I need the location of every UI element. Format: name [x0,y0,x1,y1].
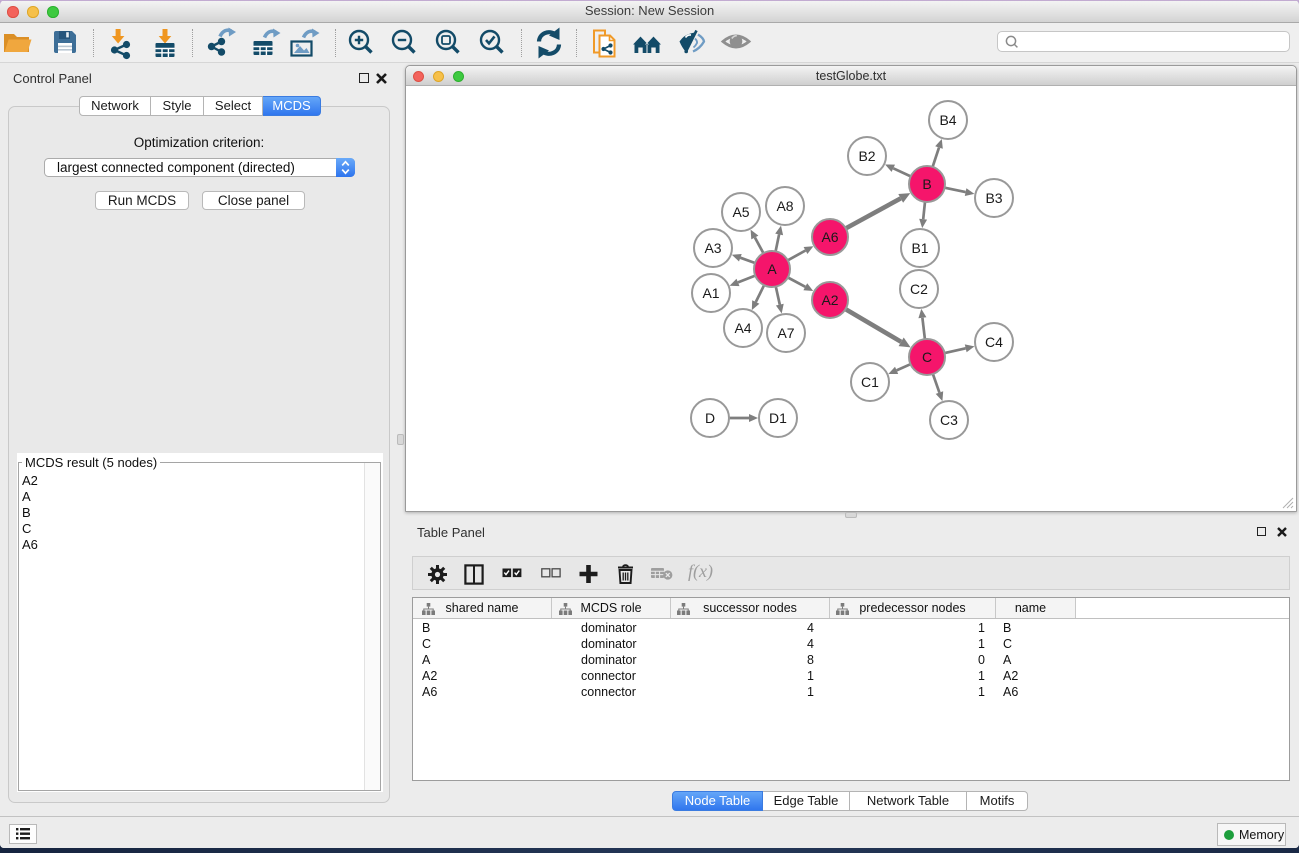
svg-text:C2: C2 [910,281,928,297]
svg-text:C3: C3 [940,412,958,428]
svg-text:A: A [767,261,777,277]
svg-text:C: C [922,349,932,365]
svg-text:B2: B2 [858,148,875,164]
svg-text:B4: B4 [939,112,956,128]
svg-text:A6: A6 [821,229,838,245]
svg-text:C4: C4 [985,334,1003,350]
svg-text:A7: A7 [777,325,794,341]
svg-text:B: B [922,176,931,192]
svg-text:A5: A5 [732,204,749,220]
svg-text:B1: B1 [911,240,928,256]
svg-text:A2: A2 [821,292,838,308]
svg-text:A1: A1 [702,285,719,301]
svg-text:A3: A3 [704,240,721,256]
svg-text:A4: A4 [734,320,751,336]
svg-text:A8: A8 [776,198,793,214]
svg-text:D: D [705,410,715,426]
svg-text:D1: D1 [769,410,787,426]
svg-text:B3: B3 [985,190,1002,206]
svg-text:C1: C1 [861,374,879,390]
